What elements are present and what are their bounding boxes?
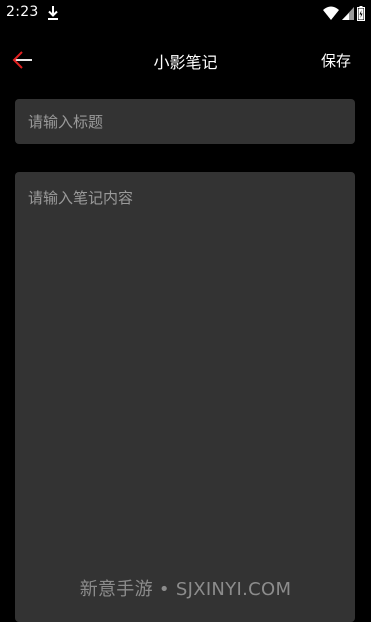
signal-icon bbox=[342, 6, 354, 20]
status-icons bbox=[323, 5, 365, 21]
app-bar: 小影笔记 保存 bbox=[0, 40, 371, 80]
status-time: 2:23 bbox=[6, 4, 39, 20]
status-bar: 2:23 bbox=[0, 0, 371, 26]
download-icon bbox=[46, 5, 60, 21]
battery-icon bbox=[357, 5, 365, 21]
note-content-input[interactable] bbox=[15, 172, 355, 622]
save-button[interactable]: 保存 bbox=[321, 50, 351, 71]
note-title-input[interactable] bbox=[15, 99, 355, 144]
wifi-icon bbox=[323, 6, 339, 20]
page-title: 小影笔记 bbox=[153, 53, 218, 72]
